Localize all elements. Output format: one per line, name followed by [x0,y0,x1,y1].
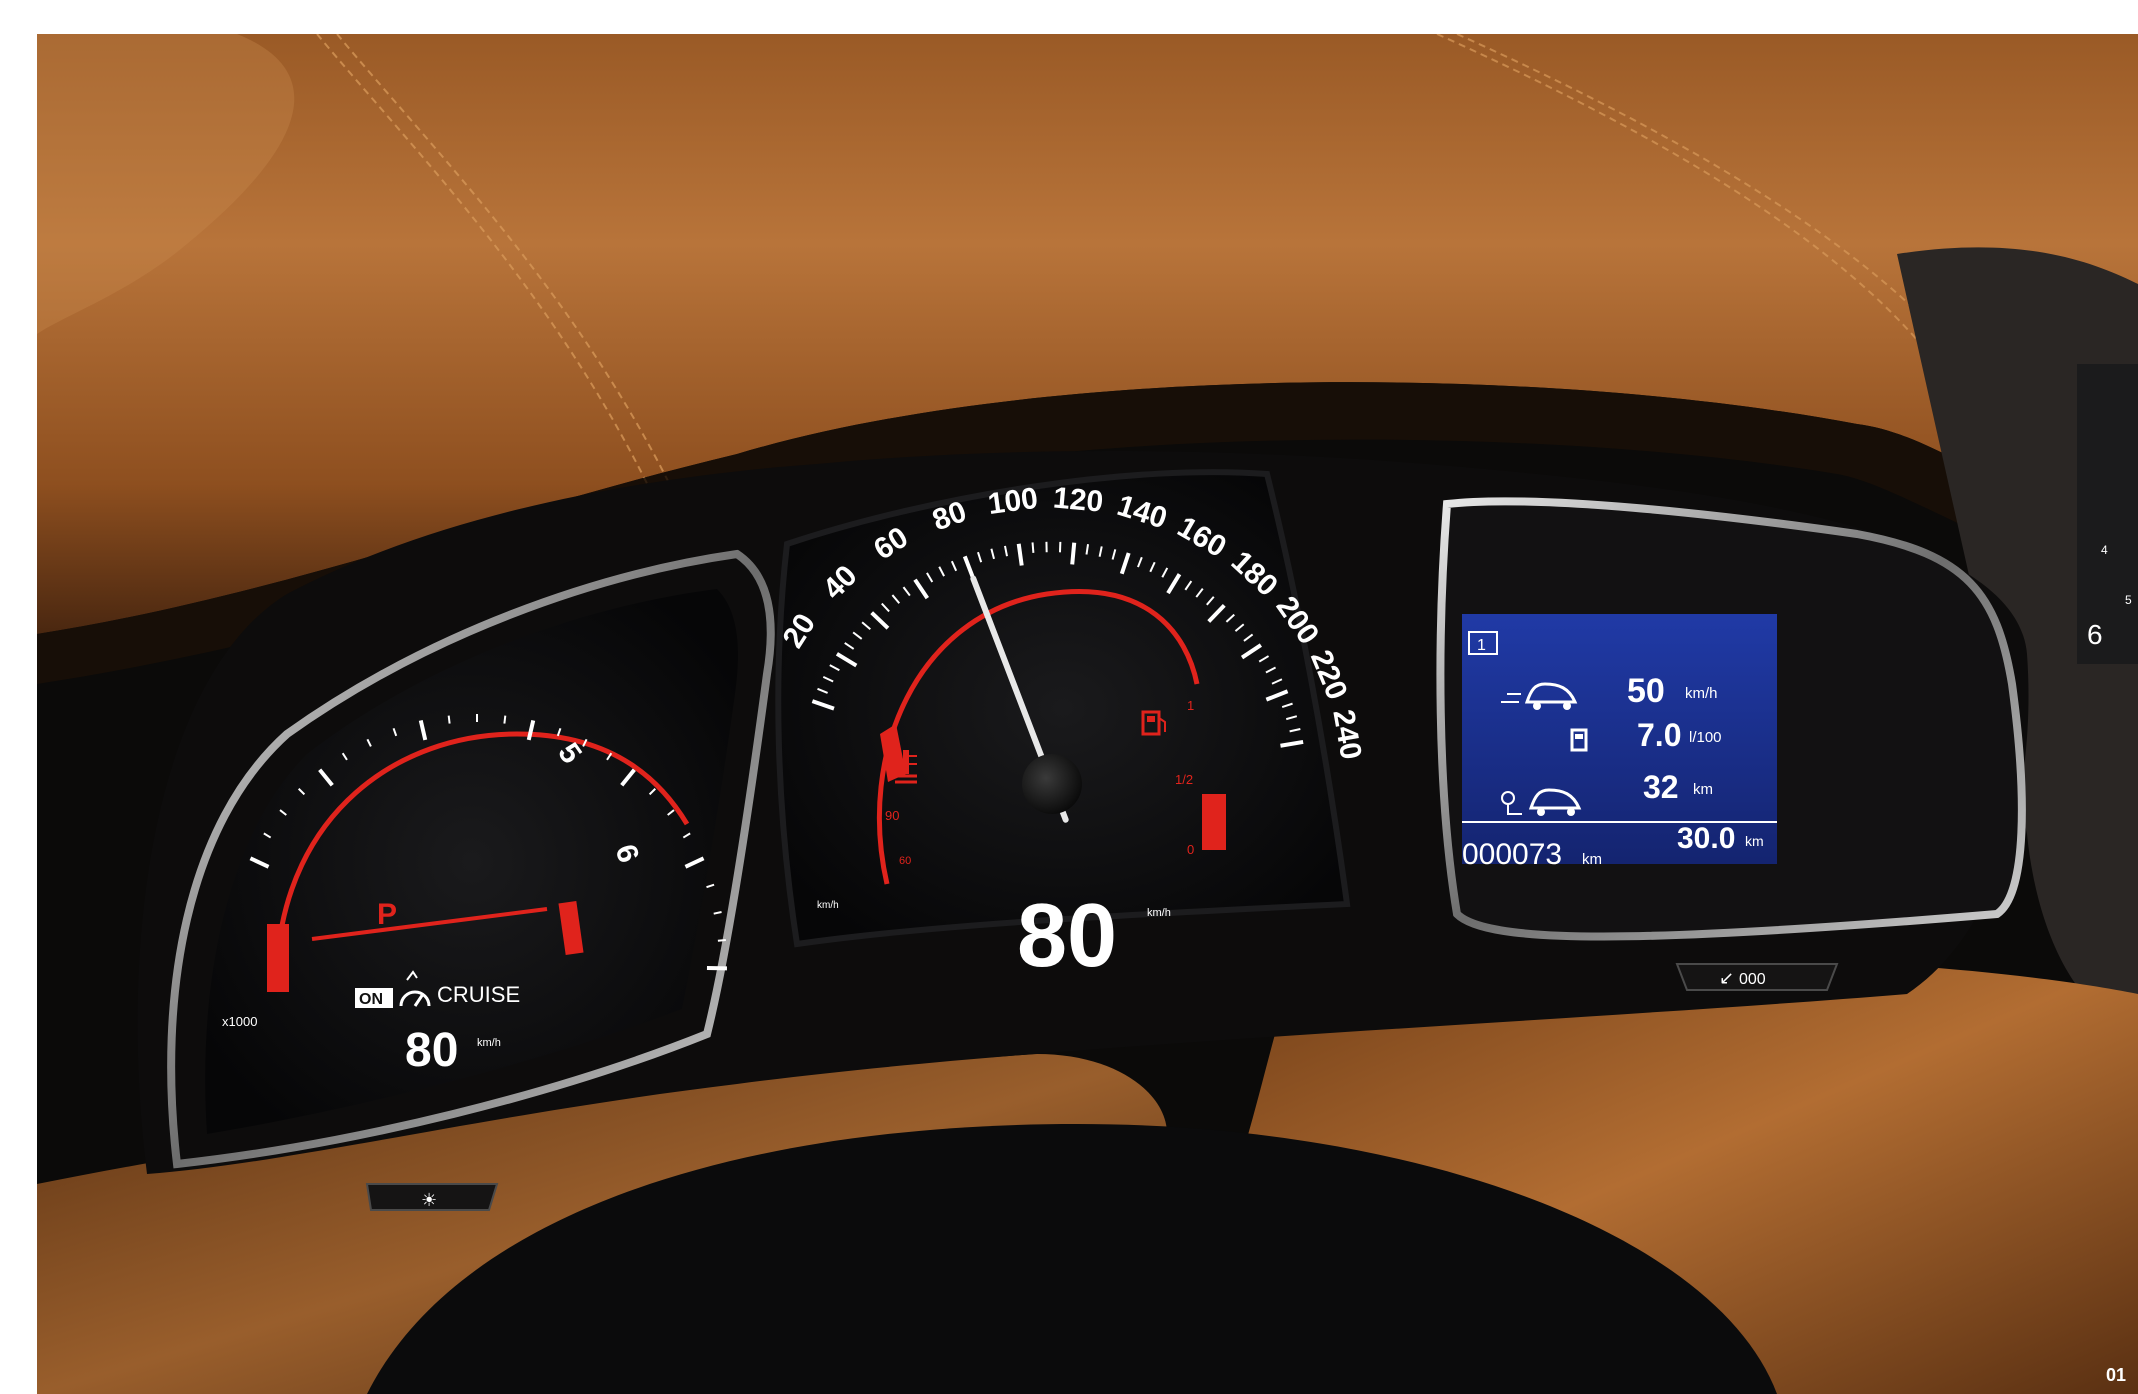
cruise-label: CRUISE [437,982,520,1007]
speedometer-hub [1022,754,1082,814]
speedometer-red-zone-right [1202,794,1226,850]
temp-mark-90: 90 [885,808,899,823]
speed-unit-small: km/h [817,900,839,911]
trip-row-1-unit: km/h [1685,685,1718,702]
side-dial-label-4: 4 [2101,543,2108,557]
gear-selector-dial: 4 5 6 [2077,364,2138,664]
tachometer-multiplier: x1000 [222,1014,257,1029]
trip-computer-pod: 1 50 km/h 7.0 l/100 32 km 000073 km 30.0… [1436,497,2026,941]
tachometer-red-zone [267,924,289,992]
tach-tick [717,939,726,942]
speed-label-100: 100 [986,482,1040,521]
fuel-mark-half: 1/2 [1175,772,1193,787]
odometer: 000073 [1462,838,1562,871]
side-dial-label-6: 6 [2087,619,2103,650]
trip-index: 1 [1477,637,1486,654]
fuel-mark-full: 1 [1187,698,1194,713]
trip-reset-label: 000 [1739,971,1766,988]
temp-mark-60: 60 [899,855,911,867]
speedometer-pod: 20406080 100 120 140 160180200220240 km/h 90… [775,469,1368,986]
speed-label-120: 120 [1052,481,1105,518]
dashboard-light-icon: ☀ [421,1190,437,1210]
odometer-unit: km [1582,851,1602,868]
gear-indicator: P [377,898,397,931]
trip-row-1-value: 50 [1627,672,1665,710]
digital-speed: 80 [1017,886,1117,986]
trip-row-2-value: 7.0 [1637,717,1681,753]
trip-distance: 30.0 [1677,822,1735,855]
trip-reset-button[interactable]: ↙ 000 [1675,963,1839,991]
tach-tick [447,715,451,724]
illumination-button[interactable]: ☀ [365,1183,499,1211]
speed-tick [1031,542,1035,553]
trip-row-3-unit: km [1693,781,1713,798]
dashboard-photo: 5 6 x1000 P ON CRUISE 80 km/h 20 40 60 80 10… [37,34,2138,1394]
trip-row-3-value: 32 [1643,769,1679,805]
cruise-on-text: ON [359,991,383,1008]
digital-speed-unit: km/h [1147,907,1171,919]
side-dial-label-5: 5 [2125,593,2132,607]
fuel-mark-empty: 0 [1187,842,1194,857]
trip-distance-unit: km [1745,833,1764,849]
trip-row-2-unit: l/100 [1689,729,1722,746]
trip-reset-icon: ↙ [1719,968,1734,988]
page-number: 01 [2105,1365,2126,1385]
speedometer-face [775,469,1351,948]
speed-tick [1070,542,1077,565]
tach-tick [503,715,507,724]
cruise-speed: 80 [405,1024,458,1077]
cruise-unit: km/h [477,1037,501,1049]
